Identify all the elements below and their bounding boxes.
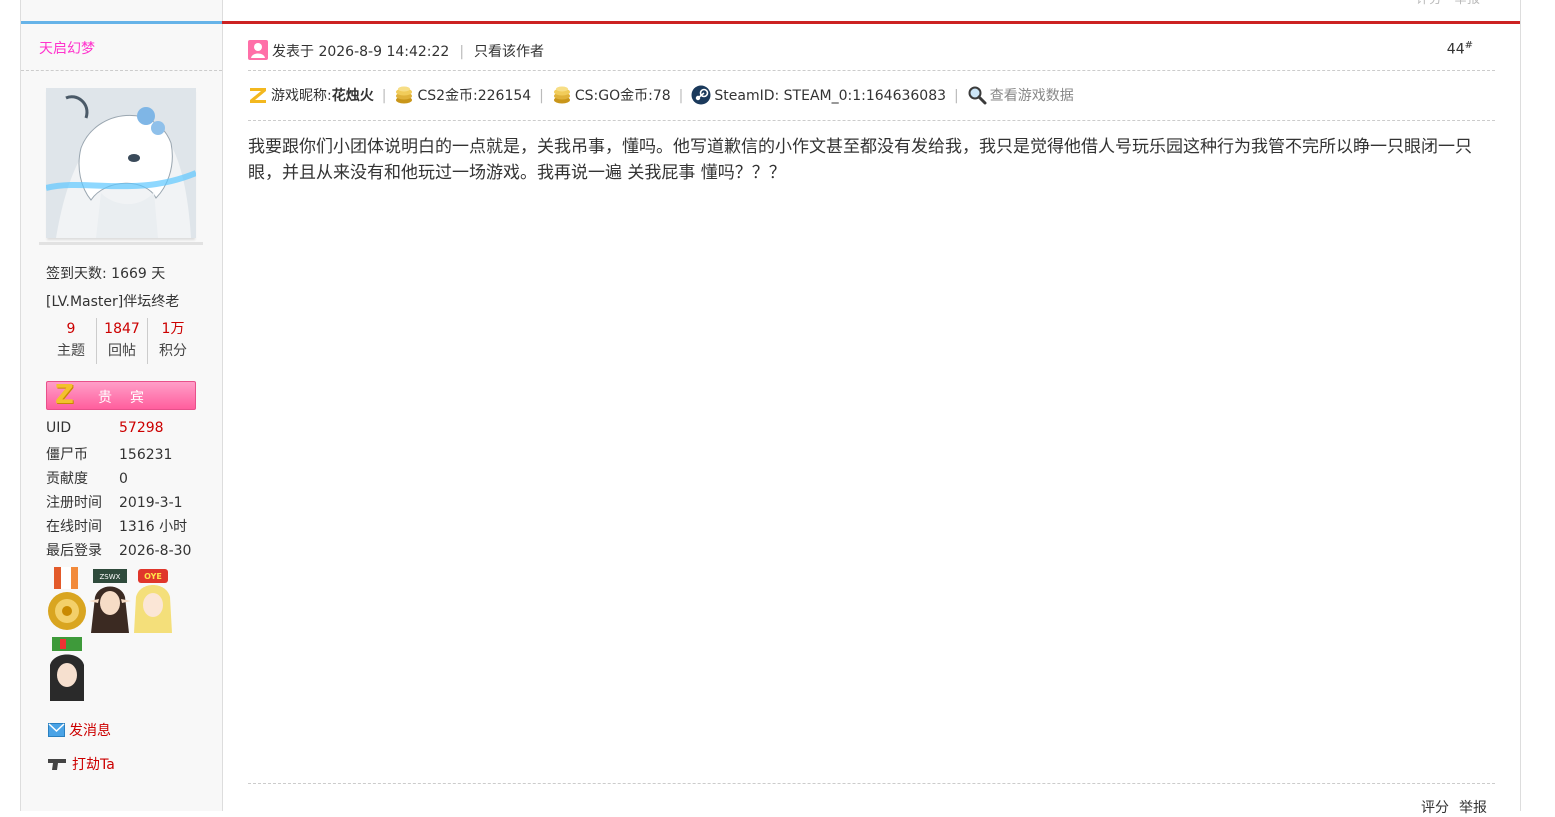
stat-points-count: 1万 [161, 321, 185, 337]
info-registered-value: 2019-3-1 [119, 495, 183, 511]
post-container: 天启幻梦 签到天数: 1669 天 [LV.Master]伴坛终老 9 主题 1… [20, 0, 1521, 816]
only-author-link[interactable]: 只看该作者 [474, 44, 544, 60]
user-stats: 9 主题 1847 回帖 1万 积分 [46, 318, 198, 364]
stat-replies-count: 1847 [104, 321, 140, 337]
cs2-coins-value: CS2金币:226154 [417, 88, 532, 104]
sidebar-divider [21, 70, 222, 71]
post-meta: 发表于 2026-8-9 14:42:22 | 只看该作者 [248, 40, 544, 61]
info-online-time-key: 在线时间 [46, 519, 102, 535]
post-floor-number[interactable]: 44# [1447, 40, 1473, 58]
rate-link[interactable]: 评分 [1421, 800, 1449, 816]
steam-icon [691, 85, 711, 105]
sidebar-top-border [21, 21, 222, 24]
info-contribution-key: 贡献度 [46, 471, 88, 487]
pistol-icon [48, 759, 66, 770]
stat-replies[interactable]: 1847 回帖 [97, 318, 148, 364]
post-footer-divider [248, 783, 1495, 784]
info-online-time-value: 1316 小时 [119, 519, 188, 535]
game-nickname-label: 游戏昵称: [271, 88, 332, 104]
info-coins: 僵尸币 156231 [46, 444, 172, 464]
game-nickname-value: 花烛火 [331, 88, 374, 104]
rob-label: 打劫Ta [72, 757, 115, 773]
info-registered: 注册时间 2019-3-1 [46, 492, 183, 512]
send-message-link[interactable]: 发消息 [48, 720, 111, 740]
info-uid-value[interactable]: 57298 [119, 420, 164, 436]
send-message-label: 发消息 [69, 723, 111, 739]
medal-character-elf-icon[interactable]: ZSWX [89, 567, 131, 635]
stat-replies-label: 回帖 [108, 343, 136, 359]
coins-icon [553, 86, 570, 104]
svg-text:ZSWX: ZSWX [100, 573, 121, 581]
separator: | [459, 44, 465, 60]
post-footer-actions: 评分 举报 [1411, 797, 1487, 817]
medal-gear-icon[interactable] [46, 567, 88, 635]
author-sidebar: 天启幻梦 签到天数: 1669 天 [LV.Master]伴坛终老 9 主题 1… [21, 0, 223, 811]
info-last-login-key: 最后登录 [46, 543, 102, 559]
game-info-bar: 游戏昵称:花烛火 | CS2金币:226154 | CS:GO金币:78 | S… [248, 84, 1495, 121]
view-game-data-link[interactable]: 查看游戏数据 [967, 84, 1074, 108]
vip-group-label: 贵宾 [98, 390, 162, 406]
cs2-coins: CS2金币:226154 [394, 84, 531, 108]
rob-link[interactable]: 打劫Ta [48, 754, 115, 774]
info-uid: UID 57298 [46, 420, 164, 436]
avatar-shadow [39, 242, 203, 245]
prev-report-link[interactable]: 举报 [1454, 0, 1480, 7]
author-username[interactable]: 天启幻梦 [39, 38, 95, 58]
info-contribution-value: 0 [119, 471, 128, 487]
stat-threads-count: 9 [66, 321, 76, 337]
post-main: 评分举报 发表于 2026-8-9 14:42:22|只看该作者 44# 游戏昵… [222, 0, 1520, 816]
post-top-border [222, 21, 1520, 24]
csgo-coins: CS:GO金币:78 [552, 84, 671, 108]
info-uid-key: UID [46, 420, 72, 436]
post-timestamp: 发表于 2026-8-9 14:42:22 [272, 44, 450, 60]
info-last-login: 最后登录 2026-8-30 [46, 540, 191, 560]
previous-post-actions: 评分 举报 [1404, 0, 1480, 7]
info-coins-key: 僵尸币 [46, 447, 88, 463]
info-coins-value: 156231 [119, 447, 173, 463]
stat-points[interactable]: 1万 积分 [148, 318, 198, 364]
separator: | [954, 88, 959, 104]
coins-icon [396, 86, 413, 104]
steam-id: SteamID: STEAM_0:1:164636083 [691, 84, 946, 108]
stat-threads[interactable]: 9 主题 [46, 318, 97, 364]
avatar[interactable] [46, 88, 196, 238]
game-nickname: 游戏昵称:花烛火 [248, 84, 374, 108]
prev-rate-link[interactable]: 评分 [1416, 0, 1442, 7]
vip-group-badge: Z 贵宾 [46, 380, 196, 410]
stat-points-label: 积分 [159, 343, 187, 359]
magnifier-icon [968, 86, 987, 105]
medal-character-blonde-icon[interactable]: OYE [132, 567, 174, 635]
info-online-time: 在线时间 1316 小时 [46, 516, 187, 536]
user-level[interactable]: [LV.Master]伴坛终老 [46, 291, 179, 311]
z-logo-icon [250, 88, 266, 103]
stat-threads-label: 主题 [57, 343, 85, 359]
medal-character-dark-hair-icon[interactable] [46, 635, 88, 703]
floor-mark: # [1464, 40, 1473, 51]
user-icon [248, 40, 268, 60]
csgo-coins-value: CS:GO金币:78 [574, 88, 671, 104]
report-link[interactable]: 举报 [1459, 800, 1487, 816]
separator: | [678, 88, 684, 104]
svg-text:OYE: OYE [144, 572, 162, 581]
info-last-login-value: 2026-8-30 [119, 543, 192, 559]
checkin-days: 签到天数: 1669 天 [46, 266, 166, 282]
floor-number: 44 [1446, 41, 1465, 58]
post-header: 发表于 2026-8-9 14:42:22 | 只看该作者 44# [248, 38, 1495, 71]
post-content: 我要跟你们小团体说明白的一点就是，关我吊事，懂吗。他写道歉信的小作文甚至都没有发… [248, 137, 1472, 183]
steam-id-value: SteamID: STEAM_0:1:164636083 [714, 88, 947, 104]
envelope-icon [48, 723, 65, 737]
info-contribution: 贡献度 0 [46, 468, 128, 488]
info-registered-key: 注册时间 [46, 495, 102, 511]
view-game-data-label: 查看游戏数据 [989, 88, 1074, 104]
separator: | [539, 88, 544, 104]
separator: | [381, 88, 387, 104]
